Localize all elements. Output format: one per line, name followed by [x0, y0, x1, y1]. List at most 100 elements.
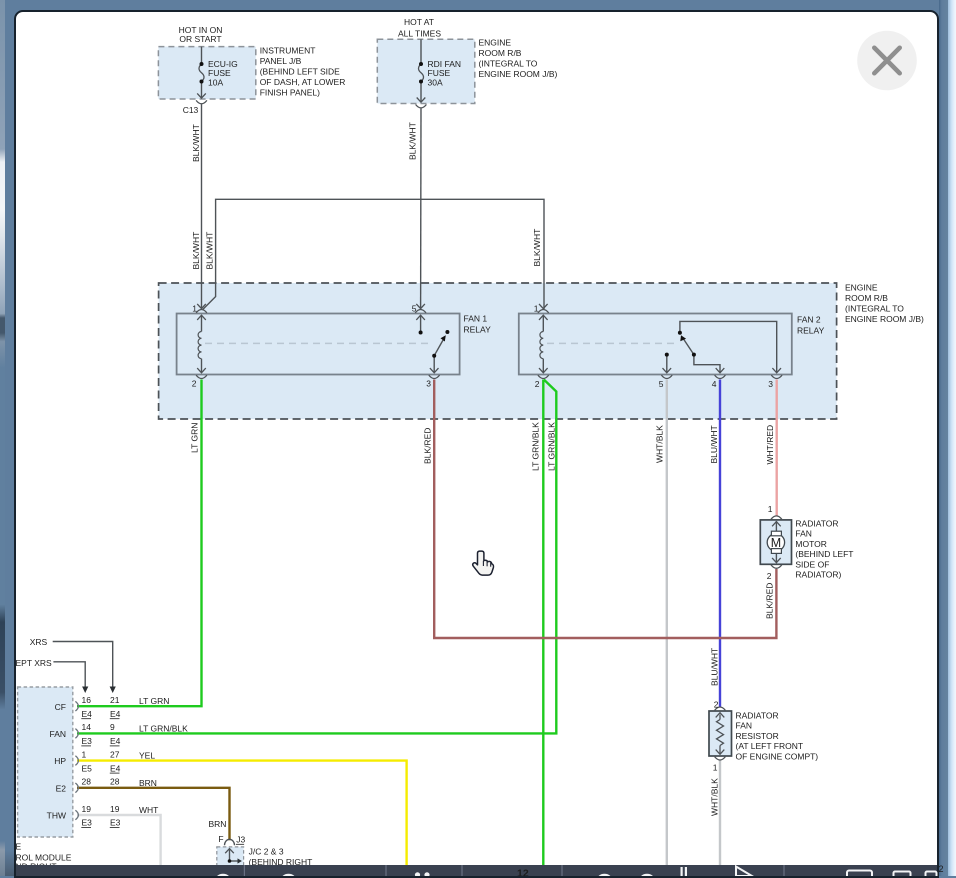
svg-text:19: 19	[82, 804, 92, 814]
svg-text:2: 2	[535, 379, 540, 389]
svg-text:LT GRN/BLK: LT GRN/BLK	[547, 422, 557, 471]
svg-text:ENGINE: ENGINE	[845, 283, 878, 293]
svg-text:OF DASH, AT LOWER: OF DASH, AT LOWER	[260, 77, 346, 87]
svg-text:YEL: YEL	[139, 751, 155, 761]
svg-text:RESISTOR: RESISTOR	[736, 731, 779, 741]
svg-text:5: 5	[659, 379, 664, 389]
svg-text:14: 14	[82, 722, 92, 732]
svg-text:XRS: XRS	[30, 637, 48, 647]
svg-text:E4: E4	[110, 709, 121, 719]
svg-text:E4: E4	[110, 763, 121, 773]
svg-text:ENGINE: ENGINE	[479, 38, 512, 48]
svg-text:BLK/WHT: BLK/WHT	[191, 124, 201, 162]
svg-text:BLK/RED: BLK/RED	[765, 583, 775, 619]
svg-text:FAN: FAN	[795, 529, 812, 539]
svg-text:HOT AT: HOT AT	[404, 17, 434, 27]
svg-text:RELAY: RELAY	[464, 325, 492, 335]
svg-text:1: 1	[534, 304, 539, 314]
svg-text:28: 28	[82, 777, 92, 787]
svg-text:10A: 10A	[208, 77, 223, 87]
svg-text:E: E	[16, 842, 22, 852]
svg-text:E3: E3	[82, 736, 93, 746]
svg-text:BLK/RED: BLK/RED	[423, 428, 433, 464]
svg-text:LT GRN: LT GRN	[139, 696, 169, 706]
svg-text:3: 3	[768, 379, 773, 389]
svg-text:(INTEGRAL TO: (INTEGRAL TO	[479, 59, 538, 69]
svg-text:FAN 2: FAN 2	[797, 315, 821, 325]
svg-text:EPT XRS: EPT XRS	[16, 658, 53, 668]
svg-text:9: 9	[110, 722, 115, 732]
svg-text:FAN: FAN	[736, 721, 753, 731]
svg-text:ALL TIMES: ALL TIMES	[398, 28, 441, 38]
svg-text:30A: 30A	[428, 77, 443, 87]
svg-text:4: 4	[712, 379, 717, 389]
svg-text:HP: HP	[54, 756, 66, 766]
svg-text:21: 21	[110, 695, 120, 705]
svg-text:BRN: BRN	[209, 819, 227, 829]
svg-text:E3: E3	[82, 818, 93, 828]
svg-text:1: 1	[768, 504, 773, 514]
svg-text:RADIATOR): RADIATOR)	[795, 570, 841, 580]
svg-text:BLK/WHT: BLK/WHT	[191, 232, 201, 270]
svg-text:BRN: BRN	[139, 778, 157, 788]
svg-text:FINISH PANEL): FINISH PANEL)	[260, 88, 320, 98]
svg-text:(INTEGRAL TO: (INTEGRAL TO	[845, 304, 904, 314]
svg-text:C13: C13	[183, 105, 199, 115]
svg-text:SIDE OF: SIDE OF	[795, 559, 829, 569]
svg-text:WHT: WHT	[139, 805, 158, 815]
svg-text:2: 2	[939, 864, 944, 874]
svg-text:BLK/WHT: BLK/WHT	[408, 122, 418, 160]
svg-text:E4: E4	[110, 736, 121, 746]
svg-text:FAN: FAN	[49, 729, 66, 739]
svg-text:OR START: OR START	[179, 34, 221, 44]
svg-text:BLK/WHT: BLK/WHT	[532, 229, 542, 267]
svg-text:RELAY: RELAY	[797, 326, 825, 336]
svg-text:E2: E2	[56, 783, 67, 793]
svg-text:BLU/WHT: BLU/WHT	[710, 648, 720, 686]
svg-text:BLU/WHT: BLU/WHT	[709, 425, 719, 463]
svg-text:J3: J3	[236, 835, 245, 845]
svg-text:16: 16	[82, 695, 92, 705]
svg-text:RADIATOR: RADIATOR	[795, 519, 838, 529]
svg-text:M: M	[771, 536, 781, 550]
svg-text:(AT LEFT FRONT: (AT LEFT FRONT	[736, 741, 804, 751]
svg-text:E5: E5	[82, 763, 93, 773]
svg-text:19: 19	[110, 804, 120, 814]
svg-text:1: 1	[82, 749, 87, 759]
svg-text:LT GRN/BLK: LT GRN/BLK	[531, 422, 541, 471]
svg-text:INSTRUMENT: INSTRUMENT	[260, 46, 316, 56]
svg-text:RADIATOR: RADIATOR	[736, 711, 779, 721]
svg-text:1: 1	[192, 304, 197, 314]
svg-text:BLK/WHT: BLK/WHT	[204, 232, 214, 270]
svg-text:2: 2	[714, 700, 719, 710]
svg-text:1: 1	[713, 763, 718, 773]
svg-text:PANEL J/B: PANEL J/B	[260, 56, 302, 66]
svg-text:27: 27	[110, 749, 120, 759]
svg-text:WHT/BLK: WHT/BLK	[710, 778, 720, 816]
svg-text:5: 5	[412, 304, 417, 314]
svg-text:CF: CF	[55, 702, 66, 712]
svg-text:2: 2	[192, 379, 197, 389]
svg-text:28: 28	[110, 777, 120, 787]
svg-text:OF ENGINE COMPT): OF ENGINE COMPT)	[736, 751, 819, 761]
svg-text:E3: E3	[110, 818, 121, 828]
svg-text:ROOM R/B: ROOM R/B	[479, 48, 522, 58]
svg-text:WHT/BLK: WHT/BLK	[655, 425, 665, 463]
svg-text:J/C 2 & 3: J/C 2 & 3	[249, 847, 284, 857]
svg-text:(BEHIND LEFT SIDE: (BEHIND LEFT SIDE	[260, 67, 340, 77]
svg-text:THW: THW	[47, 811, 66, 821]
svg-text:F: F	[218, 834, 223, 844]
svg-text:ENGINE ROOM J/B): ENGINE ROOM J/B)	[479, 69, 558, 79]
svg-text:MOTOR: MOTOR	[795, 539, 826, 549]
svg-text:2: 2	[767, 571, 772, 581]
svg-text:3: 3	[426, 379, 431, 389]
svg-text:LT GRN/BLK: LT GRN/BLK	[139, 723, 188, 733]
svg-text:E4: E4	[82, 709, 93, 719]
svg-text:WHT/RED: WHT/RED	[765, 425, 775, 465]
svg-text:(BEHIND LEFT: (BEHIND LEFT	[795, 549, 853, 559]
svg-text:ROOM R/B: ROOM R/B	[845, 293, 888, 303]
svg-text:12: 12	[517, 868, 529, 877]
svg-text:LT GRN: LT GRN	[190, 423, 200, 453]
svg-text:ENGINE ROOM J/B): ENGINE ROOM J/B)	[845, 314, 924, 324]
svg-text:FAN 1: FAN 1	[464, 314, 488, 324]
